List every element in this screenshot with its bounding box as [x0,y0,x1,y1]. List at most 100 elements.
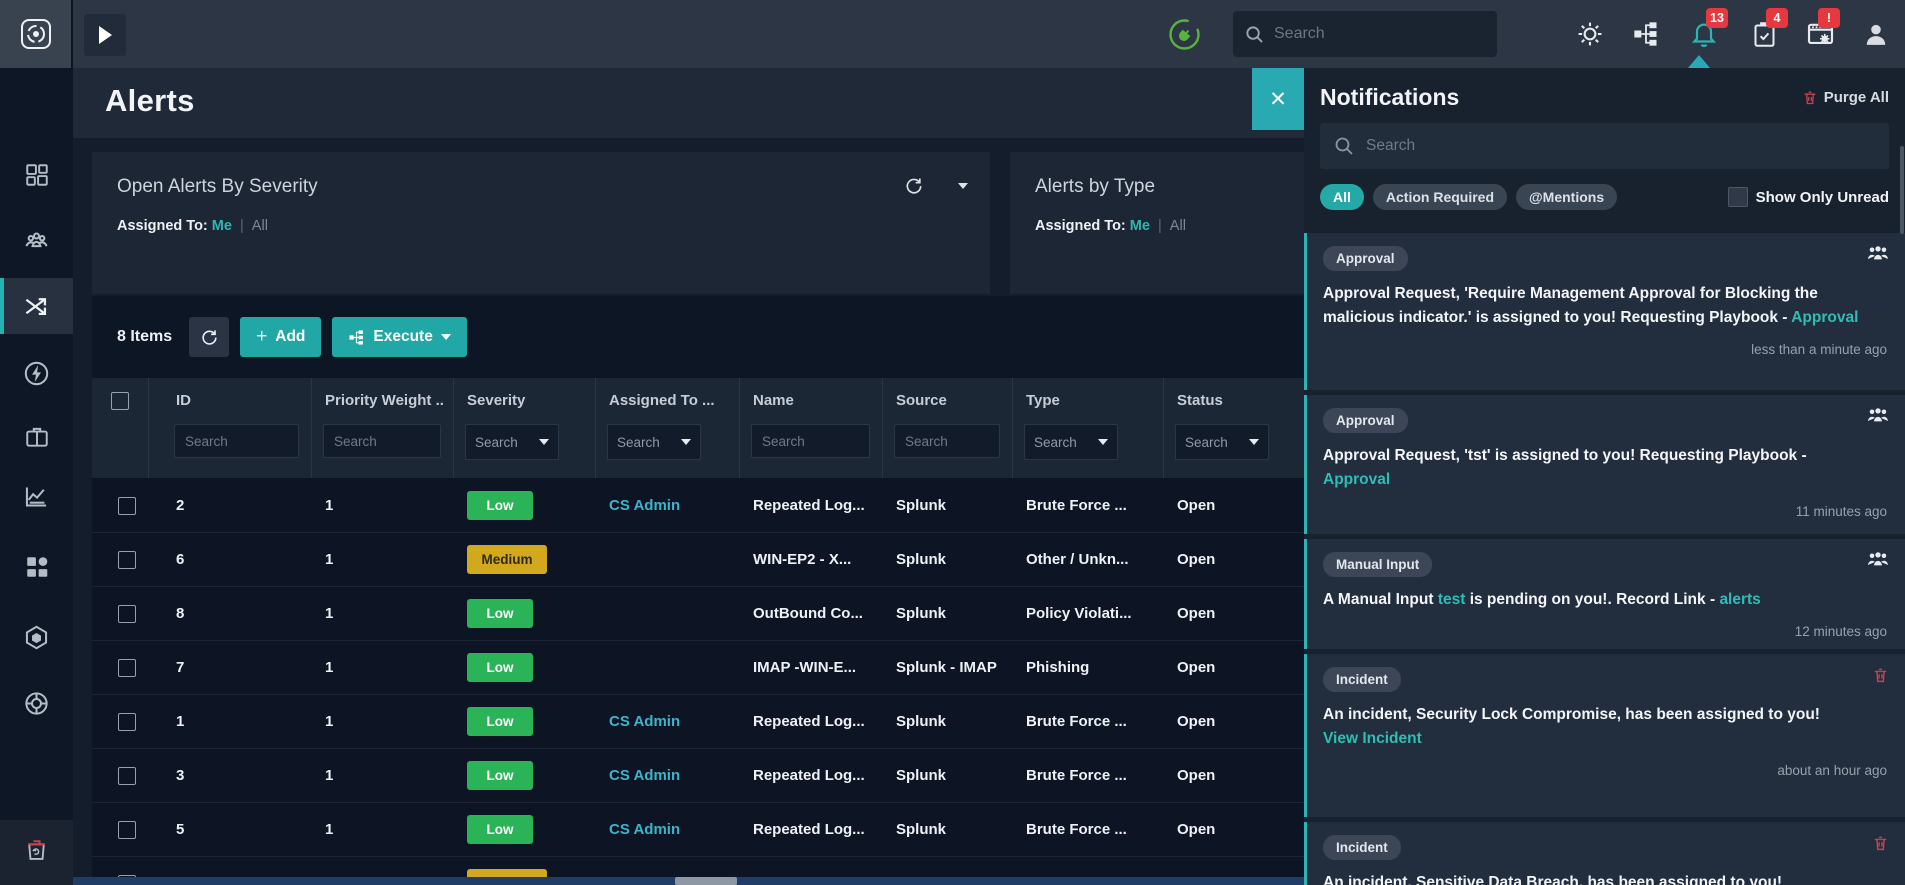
sidebar-item-workflow[interactable] [0,278,73,334]
cell-source: Splunk [896,551,947,568]
cell-assigned-to[interactable]: CS Admin [595,821,739,838]
notifications-search-input[interactable] [1366,137,1826,155]
sidebar-item-case-management[interactable] [0,409,73,465]
assigned-all-link[interactable]: All [252,218,268,234]
column-header-name[interactable]: Name [739,378,882,414]
playbook-runs-button[interactable] [1628,16,1664,52]
source-search-input[interactable] [894,424,1000,458]
search-icon [1246,25,1263,43]
sidebar-item-recycle-bin[interactable] [0,821,73,877]
status-filter-dropdown[interactable]: Search [1175,424,1269,460]
name-search-input[interactable] [751,424,870,458]
app-manager-button[interactable]: ! [1802,8,1840,52]
sidebar-item-components[interactable] [0,539,73,595]
cell-assigned-to[interactable]: CS Admin [595,497,739,514]
sidebar-item-integrations[interactable] [0,675,73,731]
assigned-me-link[interactable]: Me [212,218,232,234]
cell-source: Splunk [896,767,947,784]
trash-icon[interactable] [1872,834,1889,857]
select-all-checkbox[interactable] [111,392,129,410]
cell-assigned-to[interactable]: CS Admin [595,713,739,730]
notification-link[interactable]: Approval [1323,471,1390,488]
table-row[interactable]: 5 1 Low CS Admin Repeated Log... Splunk Brute … [92,803,1339,857]
refresh-icon[interactable] [904,176,924,196]
row-checkbox[interactable] [118,820,136,839]
table-toolbar: 8 Items + Add Execute [92,296,1339,378]
column-header-source[interactable]: Source [882,378,1012,414]
notification-card[interactable]: Manual Input A Manual Input test is pendi… [1304,539,1905,650]
notification-link[interactable]: Approval [1791,309,1858,326]
row-checkbox[interactable] [118,658,136,677]
cell-assigned-to[interactable]: CS Admin [595,767,739,784]
notifications-button[interactable]: 13 [1686,8,1728,52]
sidebar-item-reports[interactable] [0,468,73,524]
notification-link[interactable]: test [1438,591,1466,608]
purge-all-button[interactable]: Purge All [1802,89,1889,106]
column-header-assigned-to[interactable]: Assigned To ... [595,378,739,414]
cell-priority-weight: 1 [325,713,334,730]
sidebar-item-quick-actions[interactable] [0,345,73,401]
sidebar-item-dashboard[interactable] [0,147,73,203]
add-button[interactable]: + Add [240,317,322,357]
column-header-severity[interactable]: Severity [453,378,595,414]
sidebar-expand-button[interactable] [84,14,126,56]
notification-text: An incident, Sensitive Data Breach, has … [1323,871,1863,885]
show-only-unread-checkbox[interactable] [1727,187,1748,207]
column-header-priority-weight[interactable]: Priority Weight .. [311,378,453,414]
table-row[interactable]: 7 1 Low IMAP -WIN-E... Splunk - IMAP Phishing… [92,641,1339,695]
assigned-filter: Assigned To: Me | All [1035,218,1186,234]
row-checkbox[interactable] [118,604,136,623]
notifications-close-button[interactable]: ✕ [1252,68,1304,130]
show-only-unread-label: Show Only Unread [1755,188,1889,206]
notification-card[interactable]: Approval Approval Request, 'tst' is assig… [1304,395,1905,534]
cell-id: 6 [176,551,185,568]
table-row[interactable]: 8 1 Low OutBound Co... Splunk Policy Violati.… [92,587,1339,641]
type-filter-dropdown[interactable]: Search [1024,424,1118,460]
row-checkbox[interactable] [118,550,136,569]
notification-card[interactable]: Approval Approval Request, 'Require Manag… [1304,233,1905,390]
table-row[interactable]: 2 1 Low CS Admin Repeated Log... Splunk Brute … [92,479,1339,533]
panel-caret [1688,55,1710,68]
notification-action-link[interactable]: View Incident [1323,727,1887,751]
notification-card[interactable]: Incident An incident, Security Lock Compr… [1304,654,1905,818]
chevron-down-icon[interactable] [958,183,968,189]
horizontal-scrollbar-thumb[interactable] [675,877,737,885]
assigned-to-filter-dropdown[interactable]: Search [607,424,701,460]
horizontal-scrollbar[interactable] [73,877,1304,885]
notification-card[interactable]: Incident An incident, Sensitive Data Brea… [1304,822,1905,885]
assigned-me-link[interactable]: Me [1130,218,1150,234]
vertical-scrollbar-thumb[interactable] [1900,146,1904,234]
severity-filter-dropdown[interactable]: Search [465,424,559,460]
column-header-id[interactable]: ID [148,378,311,414]
filter-pill--mentions[interactable]: @Mentions [1516,184,1618,210]
top-bar: 13 4 ! [0,0,1905,68]
priority-weight-search-input[interactable] [323,424,441,458]
user-menu-button[interactable] [1858,16,1894,52]
connector-status-icon[interactable] [1168,18,1201,51]
row-checkbox[interactable] [118,712,136,731]
trash-icon[interactable] [1872,666,1889,689]
sidebar-item-team[interactable] [0,212,73,268]
row-checkbox[interactable] [118,496,136,515]
row-checkbox[interactable] [118,766,136,785]
table-row[interactable]: 1 1 Low CS Admin Repeated Log... Splunk Brute … [92,695,1339,749]
tasks-badge: 4 [1766,8,1788,28]
id-search-input[interactable] [174,424,299,458]
global-search-input[interactable] [1274,25,1464,43]
assigned-all-link[interactable]: All [1170,218,1186,234]
table-header: ID Priority Weight .. Severity Assigned … [92,378,1339,479]
tasks-button[interactable]: 4 [1746,8,1788,52]
settings-button[interactable] [1572,16,1608,52]
column-header-type[interactable]: Type [1012,378,1163,414]
table-row[interactable]: 3 1 Low CS Admin Repeated Log... Splunk Brute … [92,749,1339,803]
filter-pill-all[interactable]: All [1320,184,1364,210]
notifications-list: Approval Approval Request, 'Require Manag… [1304,233,1905,885]
table-refresh-button[interactable] [189,317,230,357]
filter-pill-action-required[interactable]: Action Required [1372,184,1508,210]
sidebar-item-playbooks[interactable] [0,609,73,665]
table-row[interactable]: 6 1 Medium WIN-EP2 - X... Splunk Other / Unkn… [92,533,1339,587]
notification-link[interactable]: alerts [1719,591,1760,608]
purge-all-label: Purge All [1823,89,1889,106]
execute-button[interactable]: Execute [332,317,467,357]
app-logo[interactable] [0,0,73,68]
